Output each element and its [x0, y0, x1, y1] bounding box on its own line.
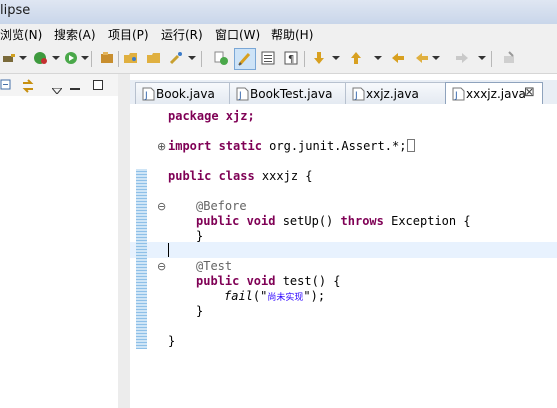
menu-run[interactable]: 运行(R): [161, 26, 203, 43]
code-line-import: import static org.junit.Assert.*;: [168, 139, 416, 153]
toolbar-separator: [118, 51, 119, 67]
menu-navigate[interactable]: 浏览(N): [0, 26, 42, 43]
next-annotation-icon[interactable]: [310, 49, 328, 67]
tab-book-java[interactable]: J Book.java: [135, 82, 230, 105]
back-icon[interactable]: [413, 49, 431, 67]
highlight-icon[interactable]: [234, 48, 256, 70]
run-icon[interactable]: [62, 49, 80, 67]
java-file-icon: J: [236, 87, 249, 104]
toolbar-separator: [201, 51, 202, 67]
collapsed-block-icon: [407, 139, 416, 152]
code-line-test: public void test() {: [196, 274, 341, 288]
forward-icon[interactable]: [453, 49, 471, 67]
view-divider[interactable]: [118, 74, 130, 408]
search-icon[interactable]: [167, 49, 185, 67]
code-line-class: public class xxxjz {: [168, 169, 313, 183]
java-file-icon: J: [142, 87, 155, 104]
chevron-down-icon[interactable]: [188, 56, 196, 60]
svg-text:J: J: [454, 91, 458, 101]
chevron-down-icon[interactable]: [478, 56, 486, 60]
whitespace-icon[interactable]: ¶: [282, 49, 300, 67]
menu-project[interactable]: 项目(P): [108, 26, 149, 43]
minimize-icon[interactable]: [70, 81, 80, 95]
window-title: lipse: [0, 3, 31, 18]
external-tools-icon[interactable]: [0, 49, 18, 67]
svg-text:J: J: [238, 91, 242, 101]
prev-annotation-icon[interactable]: [347, 49, 365, 67]
tab-xxxjz-java[interactable]: J xxxjz.java ⊠: [445, 82, 543, 106]
code-line-setup-close: }: [196, 229, 204, 243]
chevron-down-icon[interactable]: [52, 56, 60, 60]
code-line-test-close: }: [196, 304, 204, 318]
chevron-down-icon[interactable]: [374, 56, 382, 60]
pin-editor-icon[interactable]: [500, 49, 518, 67]
change-marker-bar: [136, 169, 147, 349]
chevron-down-icon[interactable]: [432, 56, 440, 60]
collapse-fold-icon[interactable]: ⊖: [157, 260, 166, 273]
code-line-test-annotation: @Test: [196, 259, 233, 273]
view-menu-icon[interactable]: [50, 83, 64, 97]
last-edit-icon[interactable]: [389, 49, 407, 67]
menu-window[interactable]: 窗口(W): [215, 26, 260, 43]
chevron-down-icon[interactable]: [19, 56, 27, 60]
main-toolbar: ¶: [0, 45, 557, 74]
show-source-icon[interactable]: [259, 49, 277, 67]
left-view-pane: [0, 74, 119, 408]
svg-text:J: J: [144, 91, 148, 101]
new-class-icon[interactable]: [212, 49, 230, 67]
tab-booktest-java[interactable]: J BookTest.java: [229, 82, 346, 105]
view-toolbar: [0, 74, 118, 96]
debug-run-icon[interactable]: [31, 49, 49, 67]
link-with-editor-icon[interactable]: [21, 79, 35, 96]
code-line-package: package xjz;: [168, 109, 255, 123]
editor-tab-bar: J Book.java J BookTest.java J xxjz.java …: [130, 80, 557, 106]
menu-bar: 浏览(N) 搜索(A) 项目(P) 运行(R) 窗口(W) 帮助(H): [0, 24, 557, 45]
code-line-fail: fail("尚未实现");: [224, 289, 326, 303]
open-type-icon[interactable]: [98, 49, 116, 67]
maximize-icon[interactable]: [93, 79, 103, 93]
code-line-class-close: }: [168, 334, 176, 348]
code-line-before-annotation: @Before: [196, 199, 247, 213]
code-line-setup: public void setUp() throws Exception {: [196, 214, 471, 228]
java-file-icon: J: [452, 87, 465, 104]
svg-text:¶: ¶: [288, 54, 294, 65]
expand-fold-icon[interactable]: ⊕: [157, 140, 166, 153]
text-caret: [168, 243, 169, 257]
collapse-all-icon[interactable]: [0, 79, 12, 94]
toolbar-separator: [491, 51, 492, 67]
close-icon[interactable]: ⊠: [524, 85, 535, 100]
open-folder-icon[interactable]: [122, 49, 140, 67]
title-bar: lipse: [0, 0, 557, 25]
collapse-fold-icon[interactable]: ⊖: [157, 200, 166, 213]
current-line-highlight: [130, 242, 557, 258]
tab-xxjz-java[interactable]: J xxjz.java: [345, 82, 446, 105]
toolbar-separator: [304, 51, 305, 67]
svg-text:J: J: [354, 91, 358, 101]
chevron-down-icon[interactable]: [332, 56, 340, 60]
open-folder-icon[interactable]: [145, 49, 163, 67]
menu-search[interactable]: 搜索(A): [54, 26, 96, 43]
chevron-down-icon[interactable]: [81, 56, 89, 60]
toolbar-separator: [91, 51, 92, 67]
menu-help[interactable]: 帮助(H): [271, 26, 313, 43]
java-file-icon: J: [352, 87, 365, 104]
